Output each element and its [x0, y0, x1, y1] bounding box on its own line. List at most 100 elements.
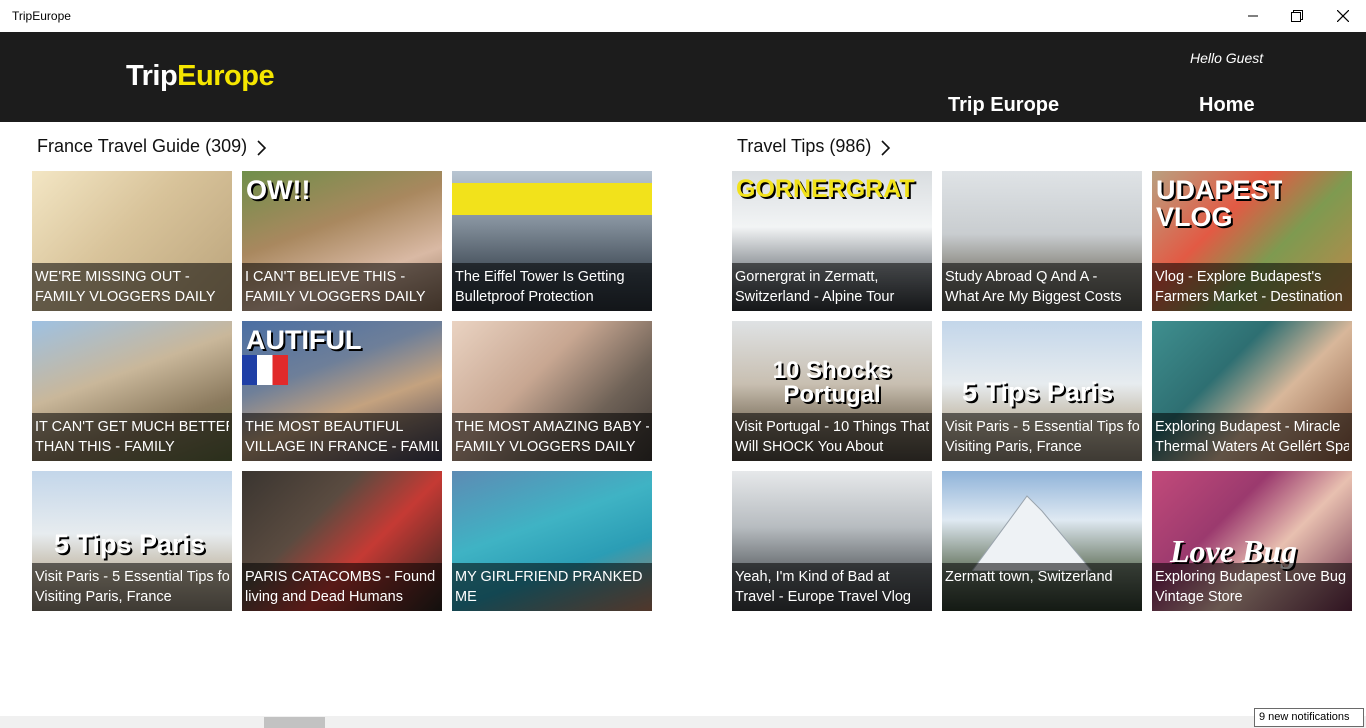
- section-header-france-travel-guide[interactable]: France Travel Guide (309): [37, 136, 267, 157]
- caption-line: VILLAGE IN FRANCE - FAMILY: [245, 439, 439, 455]
- caption-line: Visit Paris - 5 Essential Tips for: [945, 419, 1139, 435]
- video-caption: THE MOST AMAZING BABY - FAMILY VLOGGERS D…: [452, 413, 652, 461]
- video-caption: MY GIRLFRIEND PRANKED ME: [452, 563, 652, 611]
- caption-line: I CAN'T BELIEVE THIS -: [245, 269, 406, 285]
- video-caption: Vlog - Explore Budapest's Farmers Market …: [1152, 263, 1352, 311]
- section-title: France Travel Guide (309): [37, 136, 248, 156]
- caption-line: Vintage Store: [1155, 589, 1243, 605]
- section-title: Travel Tips (986): [737, 136, 872, 156]
- nav-trip-europe[interactable]: Trip Europe: [948, 94, 1059, 117]
- video-tile[interactable]: Study Abroad Q And A - What Are My Bigges…: [942, 171, 1142, 311]
- caption-line: THE MOST AMAZING BABY -: [455, 419, 649, 435]
- video-caption: Study Abroad Q And A - What Are My Bigges…: [942, 263, 1142, 311]
- video-caption: Exploring Budapest Love Bug Vintage Store: [1152, 563, 1352, 611]
- close-icon: [1337, 10, 1349, 22]
- logo-part-trip: Trip: [126, 60, 178, 92]
- caption-line: Visit Paris - 5 Essential Tips for: [35, 569, 229, 585]
- caption-line: Study Abroad Q And A -: [945, 269, 1098, 285]
- caption-line: Yeah, I'm Kind of Bad at: [735, 569, 890, 585]
- caption-line: FAMILY VLOGGERS DAILY: [35, 289, 216, 305]
- video-caption: Zermatt town, Switzerland: [942, 563, 1142, 611]
- minimize-icon: [1248, 15, 1258, 17]
- caption-line: THAN THIS - FAMILY: [35, 439, 175, 455]
- video-caption: Visit Paris - 5 Essential Tips for Visiti…: [32, 563, 232, 611]
- notification-badge[interactable]: 9 new notifications: [1254, 708, 1364, 727]
- video-caption: Exploring Budapest - Miracle Thermal Wate…: [1152, 413, 1352, 461]
- restore-button[interactable]: [1274, 0, 1320, 32]
- caption-line: Visiting Paris, France: [945, 439, 1082, 455]
- minimize-button[interactable]: [1230, 0, 1276, 32]
- horizontal-scrollbar[interactable]: [0, 716, 1366, 728]
- mountain-illustration: [972, 495, 1092, 571]
- caption-line: Exploring Budapest Love Bug: [1155, 569, 1347, 585]
- video-caption: PARIS CATACOMBS - Found living and Dead H…: [242, 563, 442, 611]
- tripeurope-logo[interactable]: TripEurope: [126, 60, 275, 93]
- video-tile[interactable]: Zermatt town, Switzerland: [942, 471, 1142, 611]
- chevron-right-icon: [257, 140, 267, 156]
- caption-line: Zermatt town, Switzerland: [945, 569, 1113, 585]
- video-tile[interactable]: PARIS CATACOMBS - Found living and Dead H…: [242, 471, 442, 611]
- video-tile[interactable]: GORNERGRAT Gornergrat in Zermatt, Switzer…: [732, 171, 932, 311]
- thumbnail-overlay-text: 10 Shocks Portugal: [772, 357, 892, 408]
- caption-line: The Eiffel Tower Is Getting: [455, 269, 625, 285]
- video-tile[interactable]: Exploring Budapest - Miracle Thermal Wate…: [1152, 321, 1352, 461]
- thumbnail-overlay-text: GORNERGRAT: [736, 175, 915, 203]
- thumbnail-overlay-text: [452, 321, 652, 333]
- thumbnail-overlay-text: AUTIFUL: [246, 325, 362, 355]
- video-caption: Visit Paris - 5 Essential Tips for Visiti…: [942, 413, 1142, 461]
- caption-line: FAMILY VLOGGERS DAILY: [455, 439, 636, 455]
- video-tile[interactable]: 5 Tips Paris Visit Paris - 5 Essential T…: [32, 471, 232, 611]
- caption-line: Travel - Europe Travel Vlog: [735, 589, 911, 605]
- caption-line: PARIS CATACOMBS - Found: [245, 569, 436, 585]
- thumbnail-overlay-text: [452, 471, 652, 483]
- caption-line: Thermal Waters At Gellért Spa: [1155, 439, 1349, 455]
- close-button[interactable]: [1320, 0, 1366, 32]
- thumbnail-overlay-text: [942, 171, 1142, 183]
- thumbnail-overlay-text: [32, 171, 232, 183]
- scrollbar-thumb[interactable]: [264, 717, 325, 728]
- caption-line: IT CAN'T GET MUCH BETTER: [35, 419, 229, 435]
- video-tile[interactable]: Love Bug Exploring Budapest Love Bug Vint…: [1152, 471, 1352, 611]
- chevron-right-icon: [881, 140, 891, 156]
- video-tile[interactable]: IT CAN'T GET MUCH BETTER THAN THIS - FAMI…: [32, 321, 232, 461]
- thumbnail-overlay-text: 5 Tips Paris: [54, 529, 206, 559]
- caption-line: ME: [455, 589, 477, 605]
- caption-line: Exploring Budapest - Miracle: [1155, 419, 1341, 435]
- thumbnail-overlay-text: [942, 471, 1142, 483]
- logo-part-europe: Europe: [177, 60, 275, 92]
- thumbnail-overlay-text: [1152, 321, 1352, 333]
- caption-line: Visit Portugal - 10 Things That: [735, 419, 929, 435]
- caption-line: Farmers Market - Destination: [1155, 289, 1343, 305]
- video-tile[interactable]: Yeah, I'm Kind of Bad at Travel - Europe …: [732, 471, 932, 611]
- thumbnail-overlay-text: 5 Tips Paris: [962, 377, 1114, 407]
- caption-line: Bulletproof Protection: [455, 289, 594, 305]
- video-caption: I CAN'T BELIEVE THIS - FAMILY VLOGGERS DA…: [242, 263, 442, 311]
- video-tile[interactable]: THE MOST AMAZING BABY - FAMILY VLOGGERS D…: [452, 321, 652, 461]
- video-caption: IT CAN'T GET MUCH BETTER THAN THIS - FAMI…: [32, 413, 232, 461]
- thumbnail-banner: [452, 199, 652, 215]
- thumbnail-banner: [452, 183, 652, 199]
- caption-line: Vlog - Explore Budapest's: [1155, 269, 1322, 285]
- video-tile[interactable]: The Eiffel Tower Is Getting Bulletproof P…: [452, 171, 652, 311]
- thumbnail-overlay-text: OW!!: [246, 175, 311, 205]
- video-caption: Visit Portugal - 10 Things That Will SHOC…: [732, 413, 932, 461]
- video-tile[interactable]: 10 Shocks Portugal Visit Portugal - 10 T…: [732, 321, 932, 461]
- caption-line: MY GIRLFRIEND PRANKED: [455, 569, 643, 585]
- app-header: TripEurope Hello Guest Trip Europe Home: [0, 32, 1366, 122]
- caption-line: Will SHOCK You About: [735, 439, 884, 455]
- nav-home[interactable]: Home: [1199, 94, 1255, 117]
- video-tile[interactable]: MY GIRLFRIEND PRANKED ME: [452, 471, 652, 611]
- video-tile[interactable]: 5 Tips Paris Visit Paris - 5 Essential T…: [942, 321, 1142, 461]
- video-tile[interactable]: UDAPEST VLOG Vlog - Explore Budapest's Fa…: [1152, 171, 1352, 311]
- caption-line: Visiting Paris, France: [35, 589, 172, 605]
- window-titlebar: TripEurope: [0, 0, 1366, 32]
- video-tile[interactable]: OW!! I CAN'T BELIEVE THIS - FAMILY VLOGGE…: [242, 171, 442, 311]
- video-tile[interactable]: WE'RE MISSING OUT - FAMILY VLOGGERS DAILY: [32, 171, 232, 311]
- section-header-travel-tips[interactable]: Travel Tips (986): [737, 136, 891, 157]
- thumbnail-overlay-text: [32, 321, 232, 333]
- thumbnail-overlay-text: UDAPEST VLOG: [1156, 175, 1282, 232]
- caption-line: What Are My Biggest Costs: [945, 289, 1122, 305]
- restore-icon: [1291, 10, 1303, 22]
- video-tile[interactable]: AUTIFUL THE MOST BEAUTIFUL VILLAGE IN FRA…: [242, 321, 442, 461]
- thumbnail-overlay-text: [732, 471, 932, 483]
